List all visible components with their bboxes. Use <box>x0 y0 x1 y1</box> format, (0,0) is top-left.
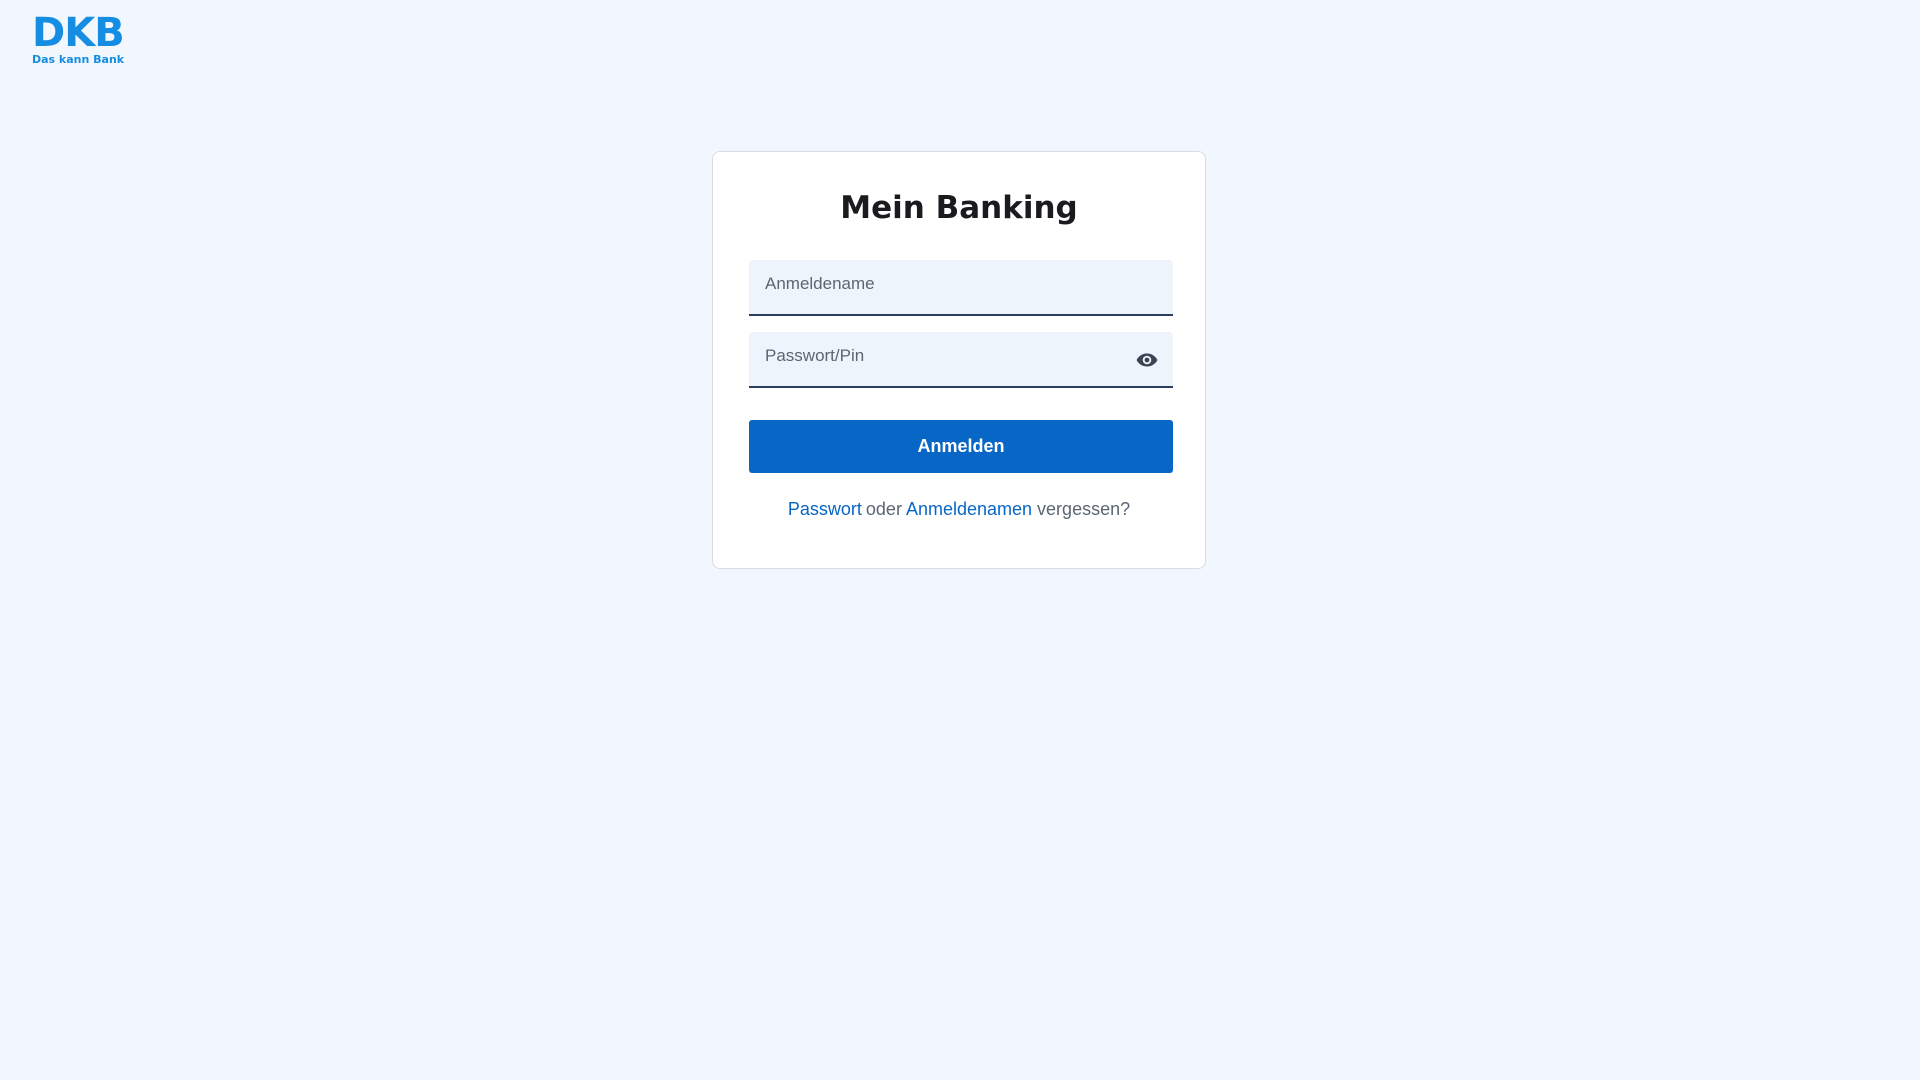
logo-mark: DKB <box>32 10 125 56</box>
eye-icon <box>1136 353 1158 367</box>
forgot-suffix: vergessen? <box>1037 499 1131 519</box>
forgot-password-link[interactable]: Passwort <box>788 499 862 519</box>
password-input[interactable] <box>749 332 1173 386</box>
logo-tagline: Das kann Bank <box>32 53 125 66</box>
login-button[interactable]: Anmelden <box>749 420 1173 473</box>
page-title: Mein Banking <box>840 190 1078 226</box>
password-field-container <box>749 332 1173 388</box>
forgot-connector: oder <box>865 499 902 519</box>
username-field-container <box>749 260 1173 316</box>
dkb-logo[interactable]: DKB Das kann Bank <box>32 10 125 66</box>
forgot-username-link[interactable]: Anmeldenamen <box>906 499 1032 519</box>
show-password-eye-icon[interactable] <box>1135 348 1159 372</box>
forgot-credentials-text: Passwort oder Anmeldenamen vergessen? <box>713 497 1205 521</box>
username-input[interactable] <box>749 260 1173 314</box>
login-card: Mein Banking Anmelden PasswortoderAnmeld… <box>712 151 1206 569</box>
